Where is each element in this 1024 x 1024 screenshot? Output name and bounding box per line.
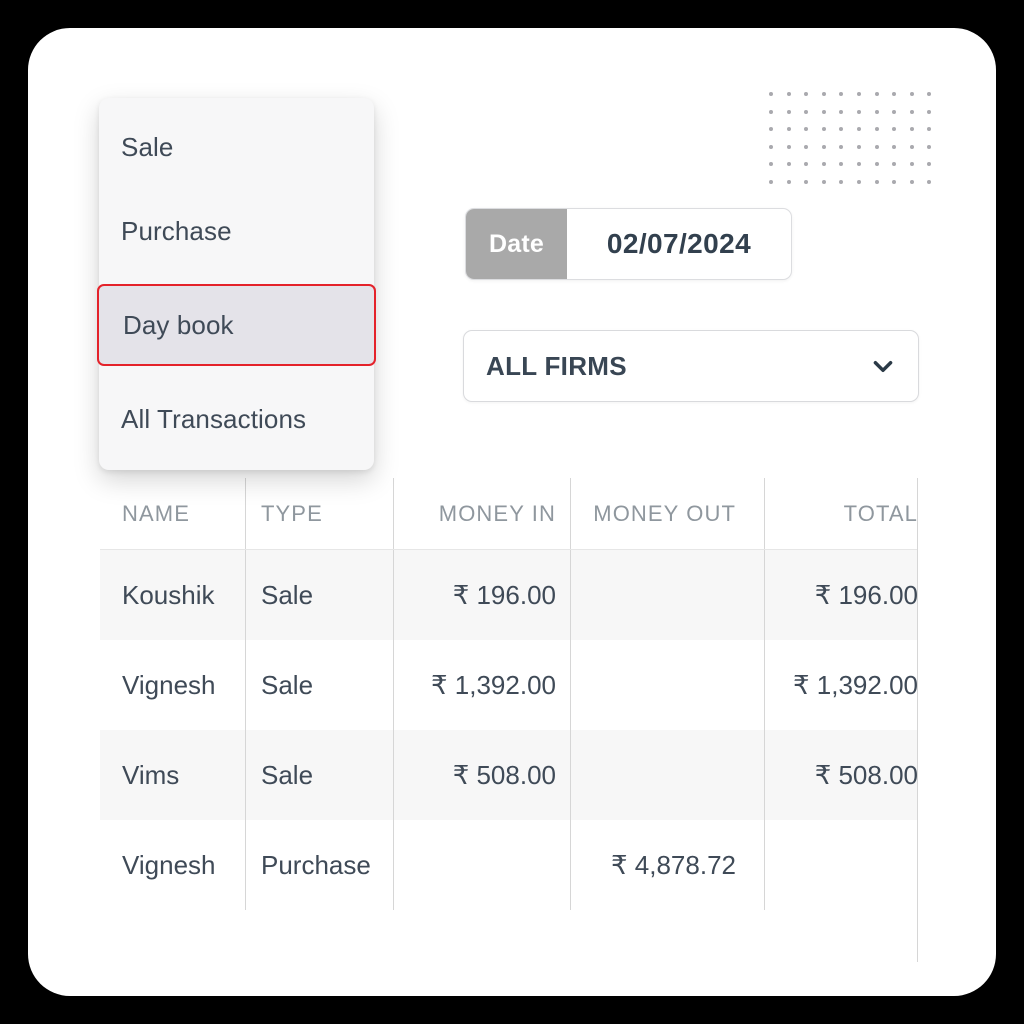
cell-name: Vignesh xyxy=(122,849,216,880)
menu-item-label: Sale xyxy=(121,131,174,162)
menu-item-day-book[interactable]: Day book xyxy=(97,284,376,366)
column-header-name: NAME xyxy=(122,501,190,526)
table-row[interactable]: Koushik Sale ₹ 196.00 ₹ 196.00 xyxy=(100,550,918,640)
menu-item-label: Day book xyxy=(123,309,234,340)
cell-money-in: ₹ 196.00 xyxy=(393,550,570,640)
cell-type: Sale xyxy=(245,550,393,640)
table-body: Koushik Sale ₹ 196.00 ₹ 196.00 Vignesh S… xyxy=(100,550,918,910)
cell-money-out: ₹ 4,878.72 xyxy=(570,820,764,910)
transactions-table: NAME TYPE MONEY IN MONEY OUT TOTAL Koush… xyxy=(100,478,918,962)
firm-select-value: ALL FIRMS xyxy=(486,350,627,381)
report-type-menu: Sale Purchase Day book All Transactions xyxy=(97,98,376,470)
table-header: NAME TYPE MONEY IN MONEY OUT TOTAL xyxy=(100,478,918,550)
table-row[interactable]: Vignesh Sale ₹ 1,392.00 ₹ 1,392.00 xyxy=(100,640,918,730)
cell-type: Sale xyxy=(245,730,393,820)
column-header-money-out: MONEY OUT xyxy=(570,478,764,550)
cell-money-out xyxy=(570,640,764,730)
cell-total xyxy=(764,820,918,910)
cell-money-out xyxy=(570,550,764,640)
menu-item-all-transactions[interactable]: All Transactions xyxy=(99,388,374,450)
cell-money-out xyxy=(570,730,764,820)
screen-background: Sale Purchase Day book All Transactions … xyxy=(0,0,1024,1024)
table-row[interactable]: Vims Sale ₹ 508.00 ₹ 508.00 xyxy=(100,730,918,820)
cell-name: Vignesh xyxy=(122,669,216,700)
cell-total: ₹ 1,392.00 xyxy=(764,640,918,730)
table-header-row: NAME TYPE MONEY IN MONEY OUT TOTAL xyxy=(100,478,918,550)
cell-money-in xyxy=(393,820,570,910)
table-row[interactable]: Vignesh Purchase ₹ 4,878.72 xyxy=(100,820,918,910)
cell-name: Koushik xyxy=(122,579,215,610)
column-header-money-in: MONEY IN xyxy=(393,478,570,550)
column-header-total: TOTAL xyxy=(764,478,918,550)
chevron-down-icon xyxy=(870,353,896,379)
date-control[interactable]: Date 02/07/2024 xyxy=(465,208,792,280)
date-label: Date xyxy=(466,209,567,279)
cell-type: Sale xyxy=(245,640,393,730)
cell-total: ₹ 196.00 xyxy=(764,550,918,640)
menu-item-purchase[interactable]: Purchase xyxy=(99,200,374,262)
date-input[interactable]: 02/07/2024 xyxy=(567,209,791,279)
dot-grid-decoration xyxy=(769,92,933,188)
cell-money-in: ₹ 1,392.00 xyxy=(393,640,570,730)
menu-item-label: Purchase xyxy=(121,215,232,246)
firm-select[interactable]: ALL FIRMS xyxy=(463,330,919,402)
menu-item-sale[interactable]: Sale xyxy=(99,116,374,178)
cell-money-in: ₹ 508.00 xyxy=(393,730,570,820)
menu-item-label: All Transactions xyxy=(121,403,307,434)
cell-total: ₹ 508.00 xyxy=(764,730,918,820)
app-card: Sale Purchase Day book All Transactions … xyxy=(28,28,996,996)
cell-type: Purchase xyxy=(245,820,393,910)
column-header-type: TYPE xyxy=(245,478,393,550)
cell-name: Vims xyxy=(122,759,180,790)
